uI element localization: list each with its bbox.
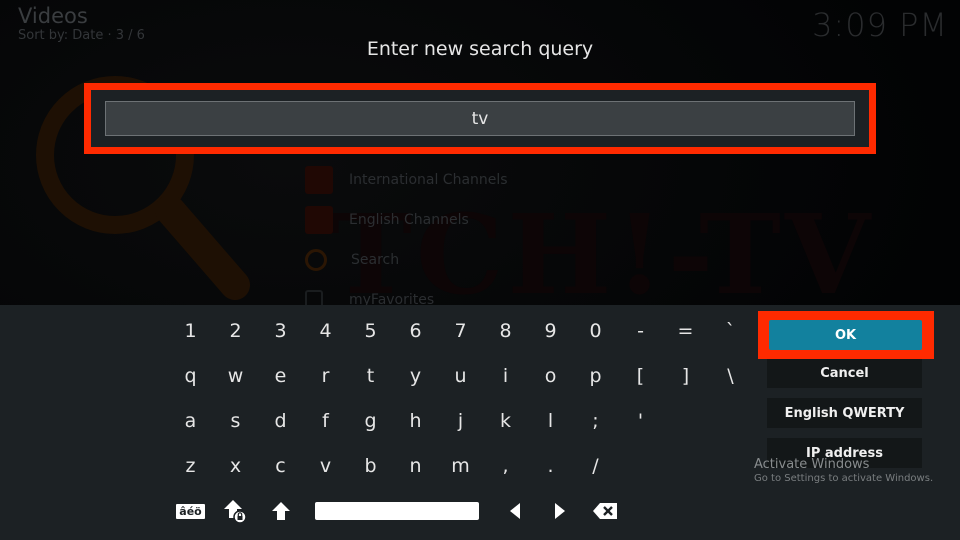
dialog-title: Enter new search query bbox=[366, 38, 594, 60]
search-icon bbox=[305, 249, 327, 271]
key[interactable]: ' bbox=[618, 403, 663, 439]
cancel-button[interactable]: Cancel bbox=[767, 358, 922, 388]
page-title: Videos bbox=[18, 4, 88, 28]
key[interactable]: w bbox=[213, 358, 258, 394]
key[interactable]: ] bbox=[663, 358, 708, 394]
arrow-right-icon bbox=[554, 503, 565, 519]
keyboard-layout-button[interactable]: English QWERTY bbox=[767, 398, 922, 428]
list-item: International Channels bbox=[305, 160, 508, 200]
key[interactable]: 2 bbox=[213, 313, 258, 349]
accent-chars-icon: âéö bbox=[176, 503, 205, 519]
input-highlight: tv bbox=[84, 83, 876, 154]
key[interactable]: j bbox=[438, 403, 483, 439]
shift-key[interactable] bbox=[258, 493, 303, 529]
key[interactable]: g bbox=[348, 403, 393, 439]
symbols-key[interactable]: âéö bbox=[168, 493, 213, 529]
channel-icon bbox=[305, 206, 333, 234]
ok-button[interactable]: OK bbox=[769, 320, 922, 350]
key[interactable]: f bbox=[303, 403, 348, 439]
list-item: Search bbox=[305, 240, 508, 280]
key[interactable]: s bbox=[213, 403, 258, 439]
keyboard-function-row: âéö bbox=[168, 493, 627, 529]
key[interactable]: v bbox=[303, 448, 348, 484]
arrow-left-icon bbox=[509, 503, 520, 519]
caps-lock-key[interactable] bbox=[213, 493, 258, 529]
list-item: English Channels bbox=[305, 200, 508, 240]
list-item-label: Search bbox=[351, 252, 400, 268]
key[interactable]: l bbox=[528, 403, 573, 439]
key[interactable]: - bbox=[618, 313, 663, 349]
watermark-subtitle: Go to Settings to activate Windows. bbox=[754, 473, 934, 484]
key[interactable]: . bbox=[528, 448, 573, 484]
activate-windows-watermark: Activate Windows Go to Settings to activ… bbox=[754, 457, 933, 484]
keyboard-row-numbers: 1 2 3 4 5 6 7 8 9 0 - = ` bbox=[168, 313, 753, 349]
backspace-icon bbox=[592, 503, 617, 519]
key[interactable]: 9 bbox=[528, 313, 573, 349]
background-list: International Channels English Channels … bbox=[305, 160, 508, 320]
key[interactable]: 3 bbox=[258, 313, 303, 349]
key[interactable]: 6 bbox=[393, 313, 438, 349]
key[interactable]: o bbox=[528, 358, 573, 394]
key[interactable]: ; bbox=[573, 403, 618, 439]
key[interactable]: = bbox=[663, 313, 708, 349]
list-item-label: English Channels bbox=[349, 212, 469, 228]
key[interactable]: b bbox=[348, 448, 393, 484]
key[interactable]: , bbox=[483, 448, 528, 484]
shift-icon bbox=[271, 502, 290, 520]
key[interactable]: ` bbox=[708, 313, 753, 349]
key[interactable]: k bbox=[483, 403, 528, 439]
key[interactable]: n bbox=[393, 448, 438, 484]
space-bar[interactable] bbox=[315, 502, 479, 520]
key[interactable]: z bbox=[168, 448, 213, 484]
key[interactable]: 1 bbox=[168, 313, 213, 349]
key[interactable]: c bbox=[258, 448, 303, 484]
key[interactable]: / bbox=[573, 448, 618, 484]
key[interactable]: t bbox=[348, 358, 393, 394]
key[interactable]: [ bbox=[618, 358, 663, 394]
keyboard-row-top: q w e r t y u i o p [ ] \ bbox=[168, 358, 753, 394]
list-item-label: International Channels bbox=[349, 172, 508, 188]
key[interactable]: y bbox=[393, 358, 438, 394]
channel-icon bbox=[305, 166, 333, 194]
cursor-right-key[interactable] bbox=[537, 493, 582, 529]
input-panel: tv bbox=[91, 90, 869, 147]
key[interactable]: 0 bbox=[573, 313, 618, 349]
key[interactable]: u bbox=[438, 358, 483, 394]
key[interactable]: a bbox=[168, 403, 213, 439]
key[interactable]: p bbox=[573, 358, 618, 394]
key[interactable]: i bbox=[483, 358, 528, 394]
key[interactable]: q bbox=[168, 358, 213, 394]
key[interactable]: 5 bbox=[348, 313, 393, 349]
key[interactable]: 4 bbox=[303, 313, 348, 349]
caps-lock-icon bbox=[223, 500, 247, 524]
key[interactable]: m bbox=[438, 448, 483, 484]
cursor-left-key[interactable] bbox=[492, 493, 537, 529]
keyboard-row-bottom: z x c v b n m , . / bbox=[168, 448, 618, 484]
key[interactable]: 7 bbox=[438, 313, 483, 349]
watermark-title: Activate Windows bbox=[754, 457, 870, 472]
key[interactable]: h bbox=[393, 403, 438, 439]
key[interactable]: d bbox=[258, 403, 303, 439]
key[interactable]: x bbox=[213, 448, 258, 484]
backspace-key[interactable] bbox=[582, 493, 627, 529]
search-input[interactable]: tv bbox=[105, 101, 855, 136]
keyboard-row-home: a s d f g h j k l ; ' bbox=[168, 403, 663, 439]
key[interactable]: \ bbox=[708, 358, 753, 394]
key[interactable]: e bbox=[258, 358, 303, 394]
key[interactable]: 8 bbox=[483, 313, 528, 349]
key[interactable]: r bbox=[303, 358, 348, 394]
